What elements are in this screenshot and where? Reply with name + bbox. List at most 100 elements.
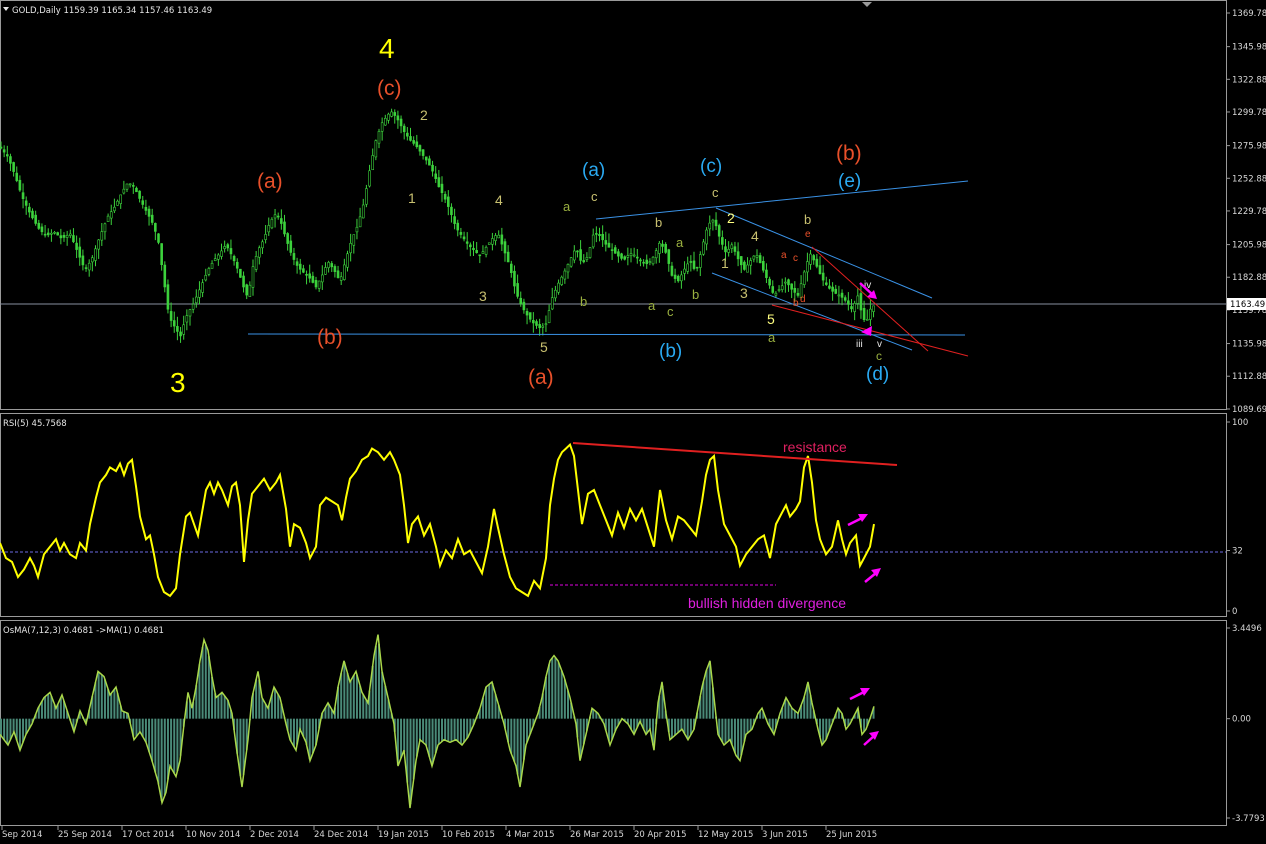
osma-bar: [352, 675, 355, 719]
osma-bar: [551, 657, 554, 719]
candle-body: [286, 233, 289, 244]
scroll-marker-icon[interactable]: [862, 2, 872, 7]
candle-body: [87, 262, 91, 271]
candle-body: [673, 274, 677, 279]
candle-body: [465, 241, 469, 244]
candle-body: [459, 232, 463, 235]
candle-body: [396, 115, 400, 121]
candle-body: [667, 249, 671, 264]
chart-root: GOLD,Daily 1159.39 1165.34 1157.46 1163.…: [0, 0, 1266, 840]
symbol-menu-icon[interactable]: [3, 7, 9, 11]
y-tick-label: 100: [1232, 418, 1248, 428]
candle-body: [37, 222, 41, 229]
candle-body: [629, 253, 633, 257]
osma-bar: [3, 718, 6, 740]
candle-body: [103, 223, 107, 233]
candle-body: [774, 292, 778, 296]
y-tick-label: -3.7793: [1232, 814, 1265, 824]
osma-bar: [450, 718, 453, 742]
candle-body: [815, 258, 819, 267]
candle-body: [254, 256, 258, 270]
osma-bar: [362, 694, 365, 719]
osma-bar: [422, 718, 425, 743]
candle-body: [758, 255, 762, 264]
candle-body: [446, 196, 450, 207]
candle-body: [793, 287, 797, 293]
candle-body: [100, 231, 104, 241]
osma-bar: [292, 718, 295, 747]
candle-body: [267, 225, 271, 233]
osma-bar: [737, 718, 740, 759]
candle-body: [550, 297, 554, 310]
candle-body: [406, 132, 409, 137]
candle-body: [431, 164, 434, 172]
candle-body: [75, 242, 78, 250]
x-tick-label: 24 Dec 2014: [314, 830, 368, 840]
candle-body: [670, 265, 674, 276]
candle-body: [642, 261, 645, 264]
sub-label-c3: c: [712, 185, 719, 200]
candle-body: [69, 233, 72, 236]
osma-bar: [409, 718, 412, 805]
osma-bar: [204, 644, 207, 719]
sub-label-1: 1: [408, 190, 416, 206]
candle-body: [865, 319, 869, 321]
candle-body: [213, 258, 217, 262]
candle-body: [380, 122, 384, 132]
osma-bar: [97, 671, 100, 719]
y-tick-label: 3.4496: [1232, 624, 1262, 634]
wave-label-a-blue: (a): [582, 160, 605, 181]
candle-body: [500, 234, 504, 245]
candle-body: [147, 208, 151, 217]
candle-body: [195, 296, 198, 304]
candle-body: [198, 289, 201, 298]
candle-body: [727, 248, 730, 253]
candle-body: [755, 255, 759, 258]
osma-bar: [686, 718, 689, 740]
osma-bar: [513, 718, 516, 762]
wave-label-a-left: (a): [257, 170, 283, 193]
candle-body: [509, 263, 513, 273]
candle-body: [736, 251, 740, 260]
candle-body: [424, 156, 428, 161]
candle-body: [821, 272, 825, 281]
rsi-pane-frame: [0, 413, 1227, 617]
candle-body: [717, 225, 721, 237]
candle-body: [65, 234, 69, 238]
candle-body: [702, 241, 705, 255]
candle-body: [122, 188, 126, 194]
candle-body: [15, 172, 19, 181]
candle-body: [648, 261, 652, 263]
candle-body: [248, 284, 252, 297]
osma-header: OsMA(7,12,3) 0.4681 ->MA(1) 0.4681: [3, 626, 164, 636]
osma-bar: [346, 673, 349, 719]
candle-body: [317, 280, 321, 289]
candle-body: [513, 270, 516, 287]
candle-body: [856, 295, 860, 304]
trendline-top: [595, 180, 969, 220]
candle-body: [119, 194, 122, 204]
osma-histogram: [0, 643, 875, 805]
candle-body: [658, 242, 661, 254]
candle-body: [812, 255, 816, 261]
candle-body: [809, 253, 812, 265]
candle-body: [59, 235, 63, 239]
y-tick-label: 1112.88: [1232, 372, 1266, 382]
candle-body: [708, 222, 712, 230]
candle-body: [21, 192, 25, 200]
candle-body: [402, 125, 406, 133]
candle-body: [12, 162, 15, 172]
candle-body: [390, 111, 393, 117]
candle-body: [295, 261, 299, 266]
osma-bar: [459, 718, 462, 744]
candle-body: [824, 282, 828, 285]
candle-body: [698, 254, 702, 268]
osma-bar: [548, 664, 551, 719]
osma-bar: [154, 718, 157, 773]
osma-bar: [135, 718, 138, 737]
candle-body: [604, 240, 608, 245]
osma-bar: [645, 718, 648, 734]
candle-body: [182, 324, 185, 335]
sub-label-cg: c: [876, 349, 882, 363]
sub-label-3b: 3: [740, 285, 748, 301]
